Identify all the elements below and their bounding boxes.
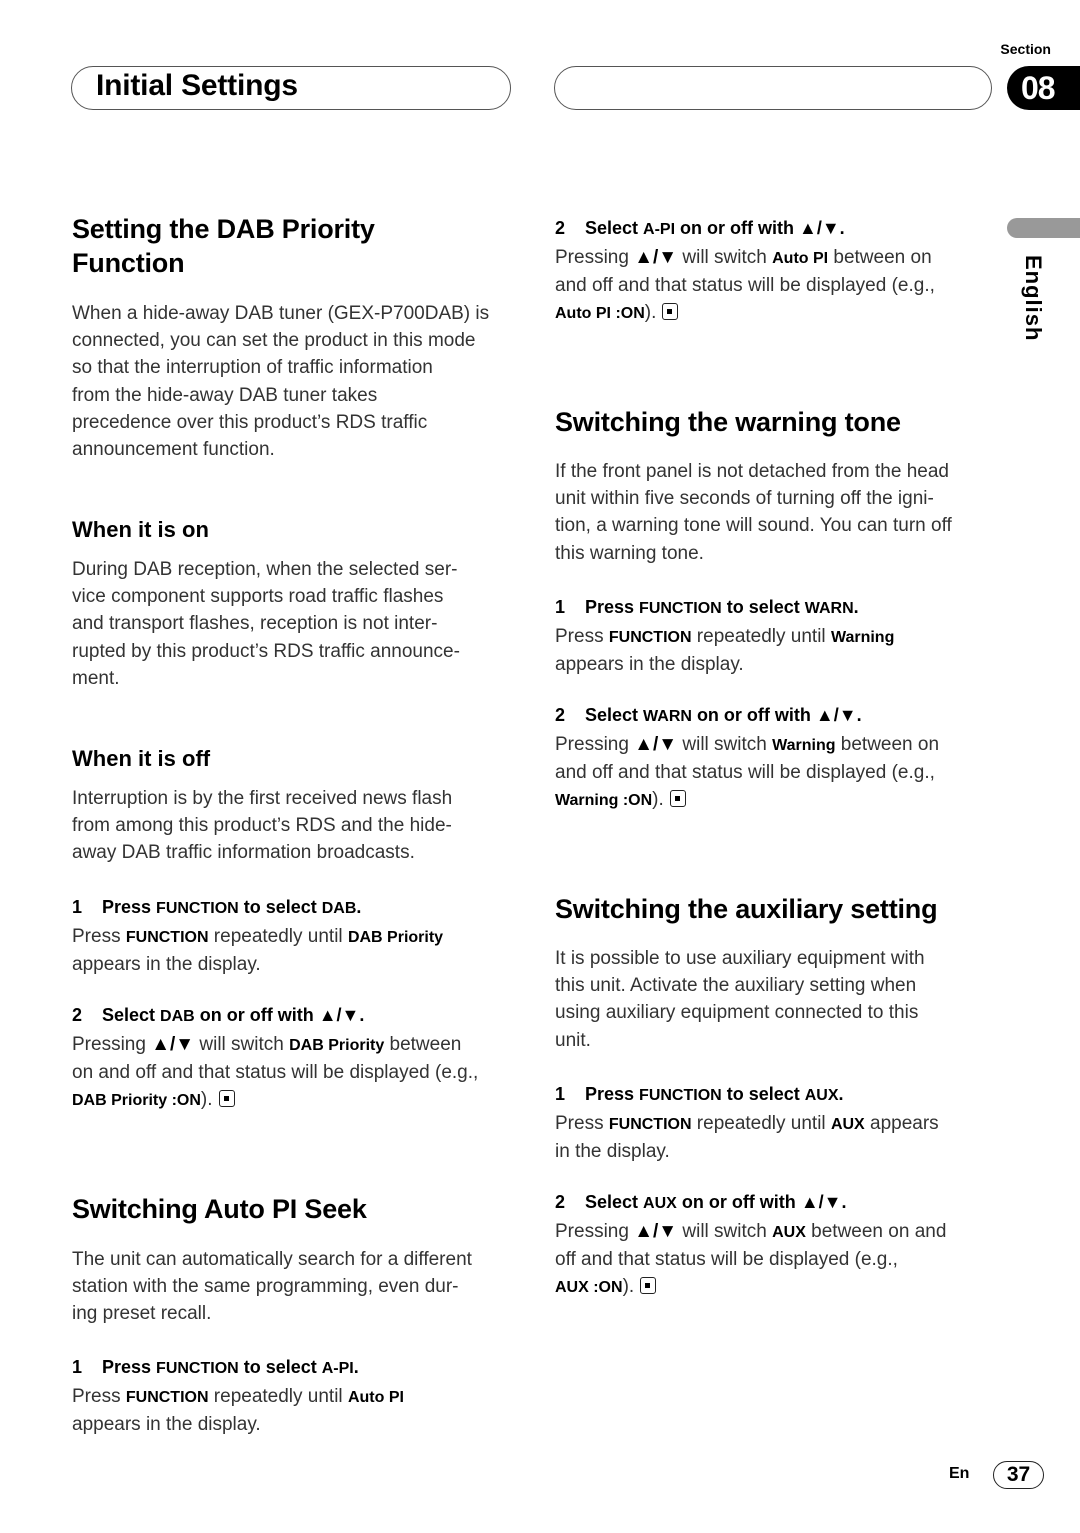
section-heading: Setting the DAB Priority Function xyxy=(72,212,512,280)
auto-pi-step-2: 2 Select A-PI on or off with ▲/▼. Pressin… xyxy=(555,215,987,328)
warning-intro-paragraph: If the front panel is not detached from … xyxy=(555,461,952,564)
header-title-bar: Initial Settings xyxy=(71,66,511,110)
language-tab-bar xyxy=(1007,218,1080,238)
step-title: 1 Press FUNCTION to select AUX. xyxy=(555,1084,844,1104)
end-of-section-icon xyxy=(669,790,686,808)
when-on-subsection: When it is on xyxy=(72,516,512,544)
dab-step-2: 2 Select DAB on or off with ▲/▼. Pressing… xyxy=(72,1002,512,1115)
up-down-arrows-icon: ▲/▼ xyxy=(634,247,678,268)
dab-intro-paragraph: When a hide-away DAB tuner (GEX-P700DAB)… xyxy=(72,303,490,461)
end-of-section-icon xyxy=(640,1277,657,1295)
step-title: 2 Select WARN on or off with ▲/▼. xyxy=(555,705,862,725)
header-blank-bar xyxy=(554,66,992,110)
aux-step-1: 1 Press FUNCTION to select AUX. Press FUN… xyxy=(555,1081,987,1165)
up-down-arrows-icon: ▲/▼ xyxy=(799,218,840,238)
step-title: 2 Select DAB on or off with ▲/▼. xyxy=(72,1005,365,1025)
step-title: 1 Press FUNCTION to select A-PI. xyxy=(72,1357,359,1377)
section-heading: Switching the warning tone xyxy=(555,407,901,437)
section-number-tab: 08 xyxy=(1007,66,1080,110)
aux-intro-paragraph: It is possible to use auxiliary equipmen… xyxy=(555,948,925,1051)
page-title: Initial Settings xyxy=(96,69,298,102)
heading-line: Function xyxy=(72,248,185,278)
subheading-when-off: When it is off xyxy=(72,746,211,771)
page-number: 37 xyxy=(993,1461,1044,1489)
auto-pi-intro-paragraph: The unit can automatically search for a … xyxy=(72,1249,472,1325)
aux-step-2: 2 Select AUX on or off with ▲/▼. Pressing… xyxy=(555,1189,987,1302)
dab-priority-section: Setting the DAB Priority Function xyxy=(72,212,512,280)
up-down-arrows-icon: ▲/▼ xyxy=(634,734,678,755)
auto-pi-step-1: 1 Press FUNCTION to select A-PI. Press FU… xyxy=(72,1354,512,1438)
warning-step-1: 1 Press FUNCTION to select WARN. Press FU… xyxy=(555,594,987,678)
up-down-arrows-icon: ▲/▼ xyxy=(815,705,857,725)
section-heading: Switching Auto PI Seek xyxy=(72,1194,367,1224)
end-of-section-icon xyxy=(218,1090,235,1108)
language-label: English xyxy=(1021,255,1046,342)
end-of-section-icon xyxy=(662,303,679,321)
subheading-when-on: When it is on xyxy=(72,517,209,542)
up-down-arrows-icon: ▲/▼ xyxy=(318,1005,360,1025)
up-down-arrows-icon: ▲/▼ xyxy=(634,1221,678,1242)
up-down-arrows-icon: ▲/▼ xyxy=(151,1034,195,1055)
footer-language-code: En xyxy=(949,1465,970,1482)
auxiliary-section: Switching the auxiliary setting xyxy=(555,892,987,926)
when-off-subsection: When it is off xyxy=(72,745,512,773)
when-on-paragraph: During DAB reception, when the selected … xyxy=(72,559,460,689)
heading-line: Setting the DAB Priority xyxy=(72,214,375,244)
warning-tone-section: Switching the warning tone xyxy=(555,405,987,439)
dab-step-1: 1 Press FUNCTION to select DAB. Press FUN… xyxy=(72,894,512,978)
up-down-arrows-icon: ▲/▼ xyxy=(800,1192,842,1212)
section-heading: Switching the auxiliary setting xyxy=(555,894,938,924)
step-title: 1 Press FUNCTION to select DAB. xyxy=(72,897,362,917)
warning-step-2: 2 Select WARN on or off with ▲/▼. Pressin… xyxy=(555,702,987,815)
step-title: 2 Select AUX on or off with ▲/▼. xyxy=(555,1192,847,1212)
step-title: 1 Press FUNCTION to select WARN. xyxy=(555,597,859,617)
step-title: 2 Select A-PI on or off with ▲/▼. xyxy=(555,218,845,238)
auto-pi-section: Switching Auto PI Seek xyxy=(72,1192,512,1226)
when-off-paragraph: Interruption is by the first received ne… xyxy=(72,788,453,864)
section-label: Section xyxy=(1000,41,1051,57)
